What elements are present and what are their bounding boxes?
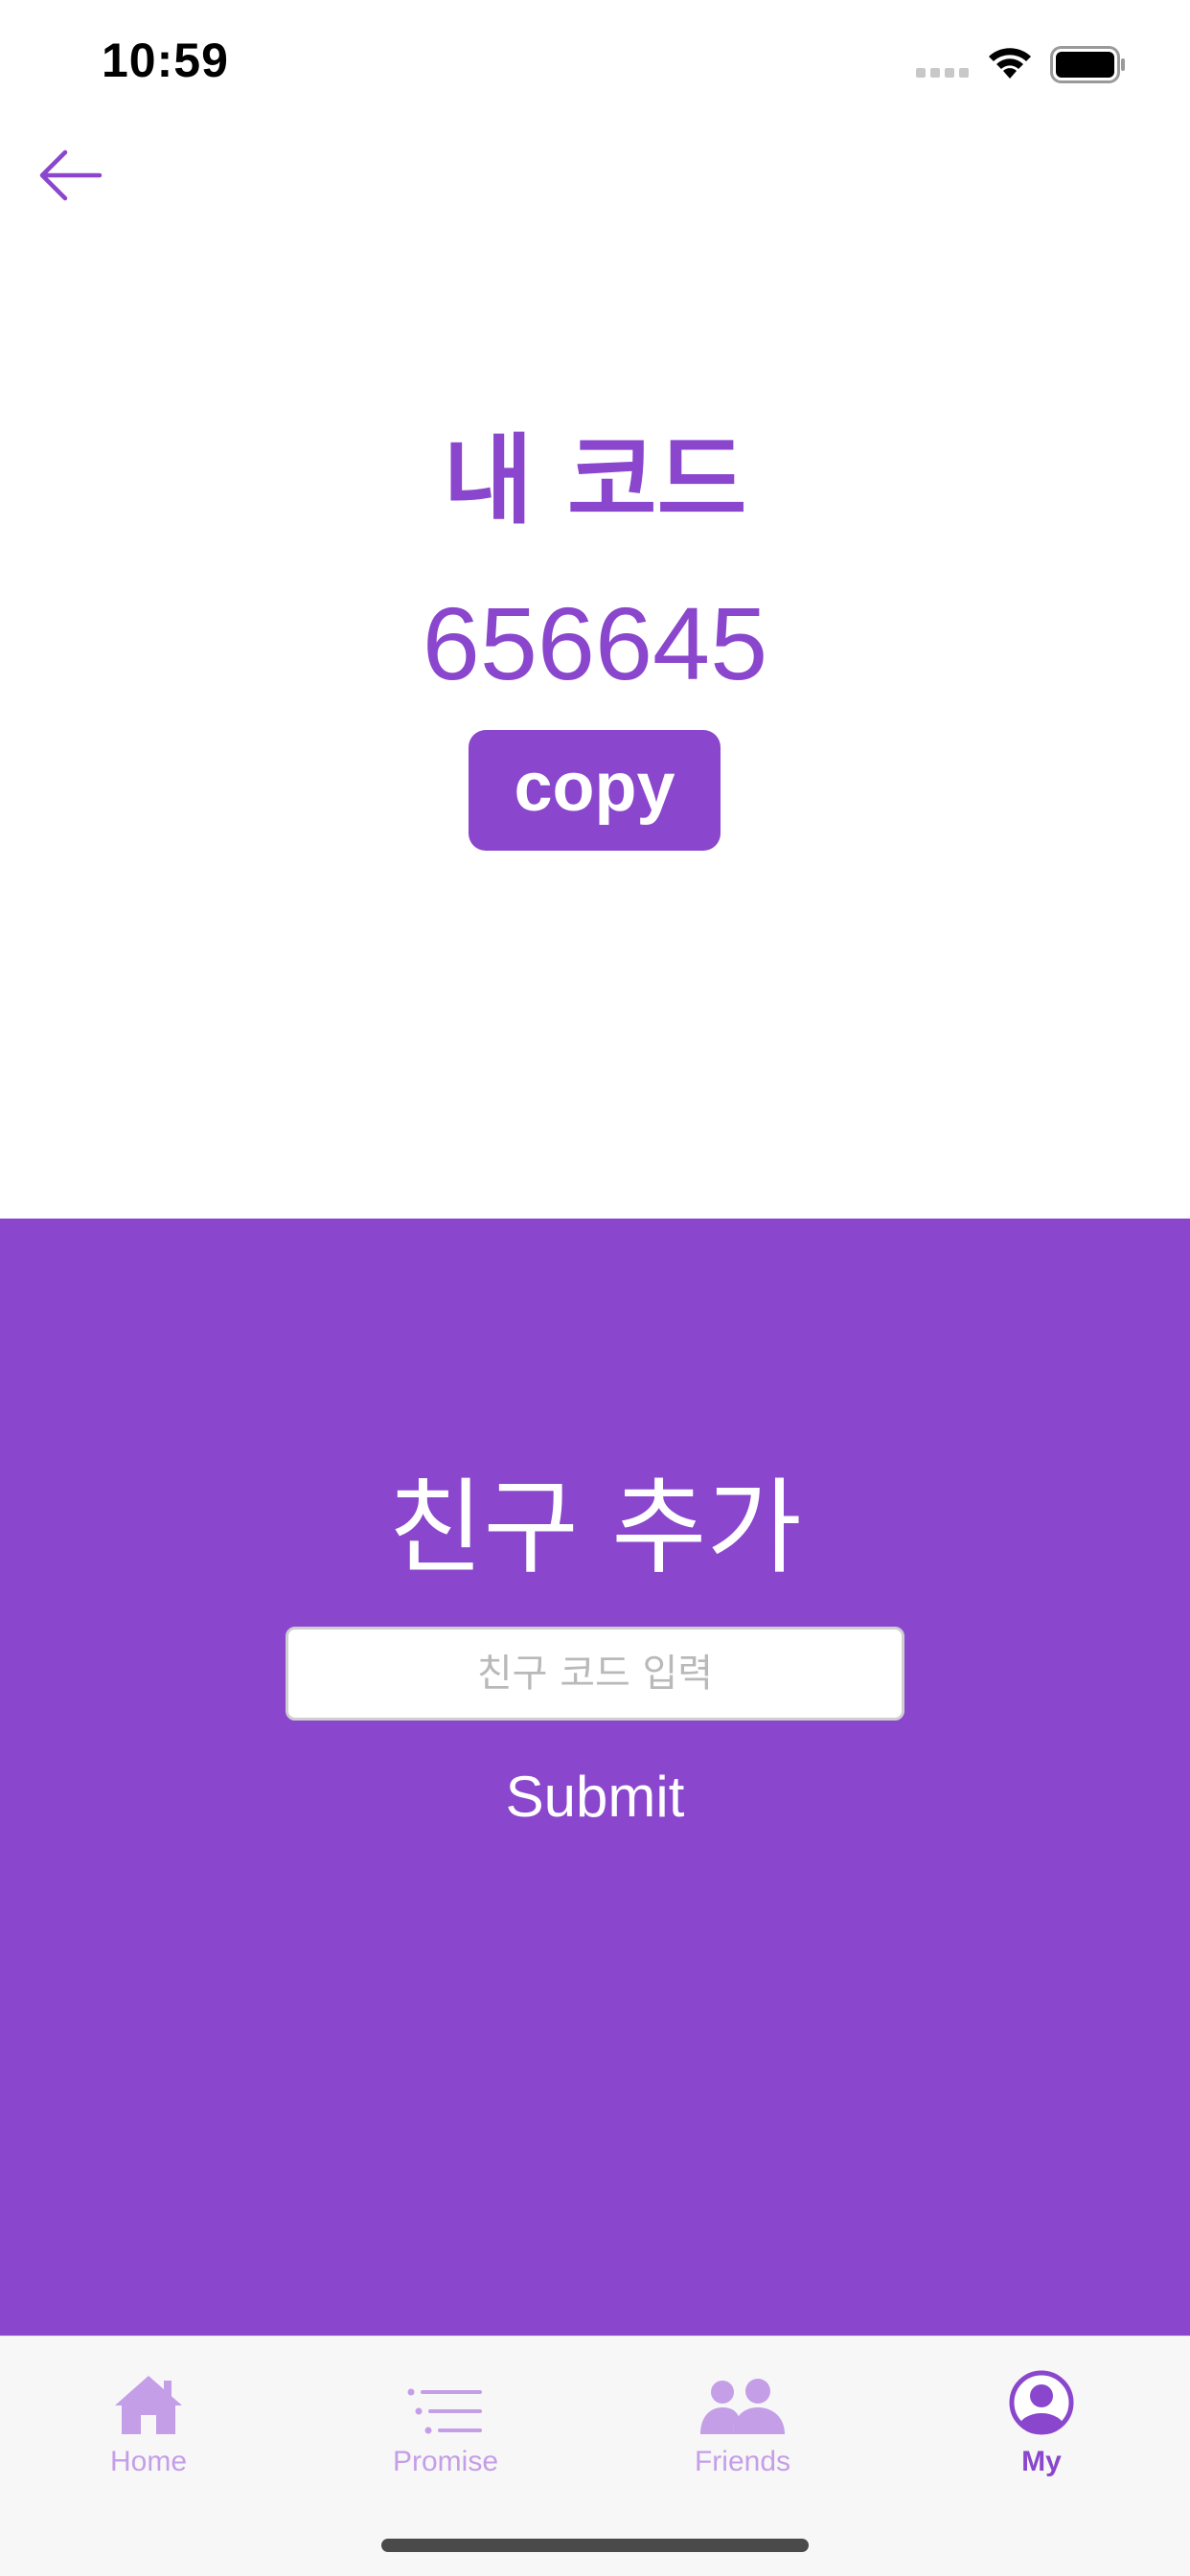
copy-button[interactable]: copy (469, 730, 721, 851)
my-code-value: 656645 (422, 585, 768, 701)
submit-button[interactable]: Submit (0, 1763, 1190, 1831)
battery-icon (1050, 46, 1125, 83)
wifi-icon (989, 48, 1031, 79)
tab-label-my: My (1021, 2446, 1062, 2477)
add-friend-section: 친구 추가 Submit (0, 1219, 1190, 2336)
list-icon (407, 2388, 482, 2434)
signal-icon (916, 68, 969, 78)
tab-home[interactable]: Home (53, 2359, 244, 2494)
my-code-section: 내 코드 656645 copy (0, 134, 1190, 1219)
friend-code-input[interactable] (286, 1627, 904, 1721)
tab-label-home: Home (109, 2446, 188, 2477)
status-time: 10:59 (102, 34, 229, 87)
my-code-title: 내 코드 (443, 424, 747, 538)
tab-my[interactable]: My (946, 2359, 1137, 2494)
tab-friends[interactable]: Friends (647, 2359, 838, 2494)
home-indicator (381, 2539, 809, 2552)
tab-promise[interactable]: Promise (350, 2359, 541, 2494)
status-bar: 10:59 (0, 0, 1190, 134)
home-icon (115, 2376, 182, 2434)
add-friend-title: 친구 추가 (388, 1469, 802, 1588)
tab-label-friends: Friends (694, 2446, 791, 2477)
tab-label-promise: Promise (392, 2446, 499, 2477)
person-circle-icon (1009, 2370, 1074, 2435)
people-icon (700, 2379, 785, 2434)
